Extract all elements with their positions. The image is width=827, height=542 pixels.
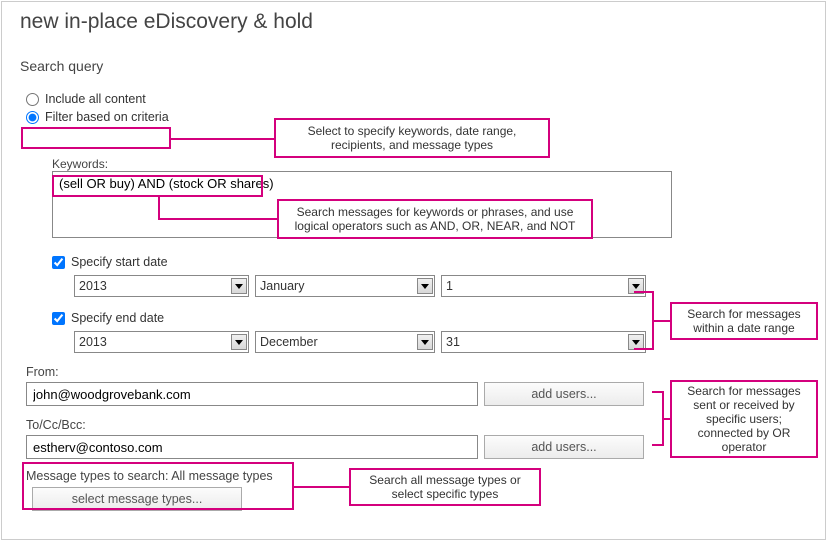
from-label: From: — [26, 365, 806, 379]
start-year-select[interactable]: 2013 — [74, 275, 249, 297]
start-month-select[interactable]: January — [255, 275, 435, 297]
specify-end-label: Specify end date — [71, 311, 164, 325]
end-year-value: 2013 — [79, 335, 227, 349]
end-month-select[interactable]: December — [255, 331, 435, 353]
annotation-types-callout: Search all message types or select speci… — [349, 468, 541, 506]
annotation-keywords-callout: Search messages for keywords or phrases,… — [277, 199, 593, 239]
dropdown-icon — [231, 278, 247, 294]
add-users-from-button[interactable]: add users... — [484, 382, 644, 406]
start-month-value: January — [260, 279, 413, 293]
annotation-bracket-bottom — [634, 348, 654, 350]
annotation-line — [294, 486, 350, 488]
end-year-select[interactable]: 2013 — [74, 331, 249, 353]
start-year-value: 2013 — [79, 279, 227, 293]
annotation-dates-callout: Search for messages within a date range — [670, 302, 818, 340]
dropdown-icon — [417, 278, 433, 294]
radio-include-all[interactable]: Include all content — [26, 92, 825, 106]
specify-start-label: Specify start date — [71, 255, 168, 269]
annotation-line — [158, 218, 278, 220]
radio-include-all-input[interactable] — [26, 93, 39, 106]
select-message-types-button[interactable]: select message types... — [32, 487, 242, 511]
dropdown-icon — [231, 334, 247, 350]
page-title: new in-place eDiscovery & hold — [2, 2, 825, 34]
annotation-filter-callout: Select to specify keywords, date range, … — [274, 118, 550, 158]
specify-start-date[interactable]: Specify start date — [52, 255, 806, 269]
annotation-users-callout: Search for messages sent or received by … — [670, 380, 818, 458]
section-title: Search query — [2, 34, 825, 74]
radio-filter-criteria-label: Filter based on criteria — [45, 110, 169, 124]
specify-start-checkbox[interactable] — [52, 256, 65, 269]
from-input[interactable] — [26, 382, 478, 406]
start-day-select[interactable]: 1 — [441, 275, 646, 297]
radio-filter-criteria-input[interactable] — [26, 111, 39, 124]
start-day-value: 1 — [446, 279, 624, 293]
end-month-value: December — [260, 335, 413, 349]
end-day-value: 31 — [446, 335, 624, 349]
keywords-label: Keywords: — [52, 157, 806, 171]
to-input[interactable] — [26, 435, 478, 459]
specify-end-checkbox[interactable] — [52, 312, 65, 325]
annotation-bracket-top — [634, 291, 654, 293]
dropdown-icon — [417, 334, 433, 350]
add-users-to-button[interactable]: add users... — [484, 435, 644, 459]
end-day-select[interactable]: 31 — [441, 331, 646, 353]
annotation-filter-highlight — [21, 127, 171, 149]
annotation-line — [171, 138, 276, 140]
annotation-line — [158, 197, 160, 220]
radio-include-all-label: Include all content — [45, 92, 146, 106]
